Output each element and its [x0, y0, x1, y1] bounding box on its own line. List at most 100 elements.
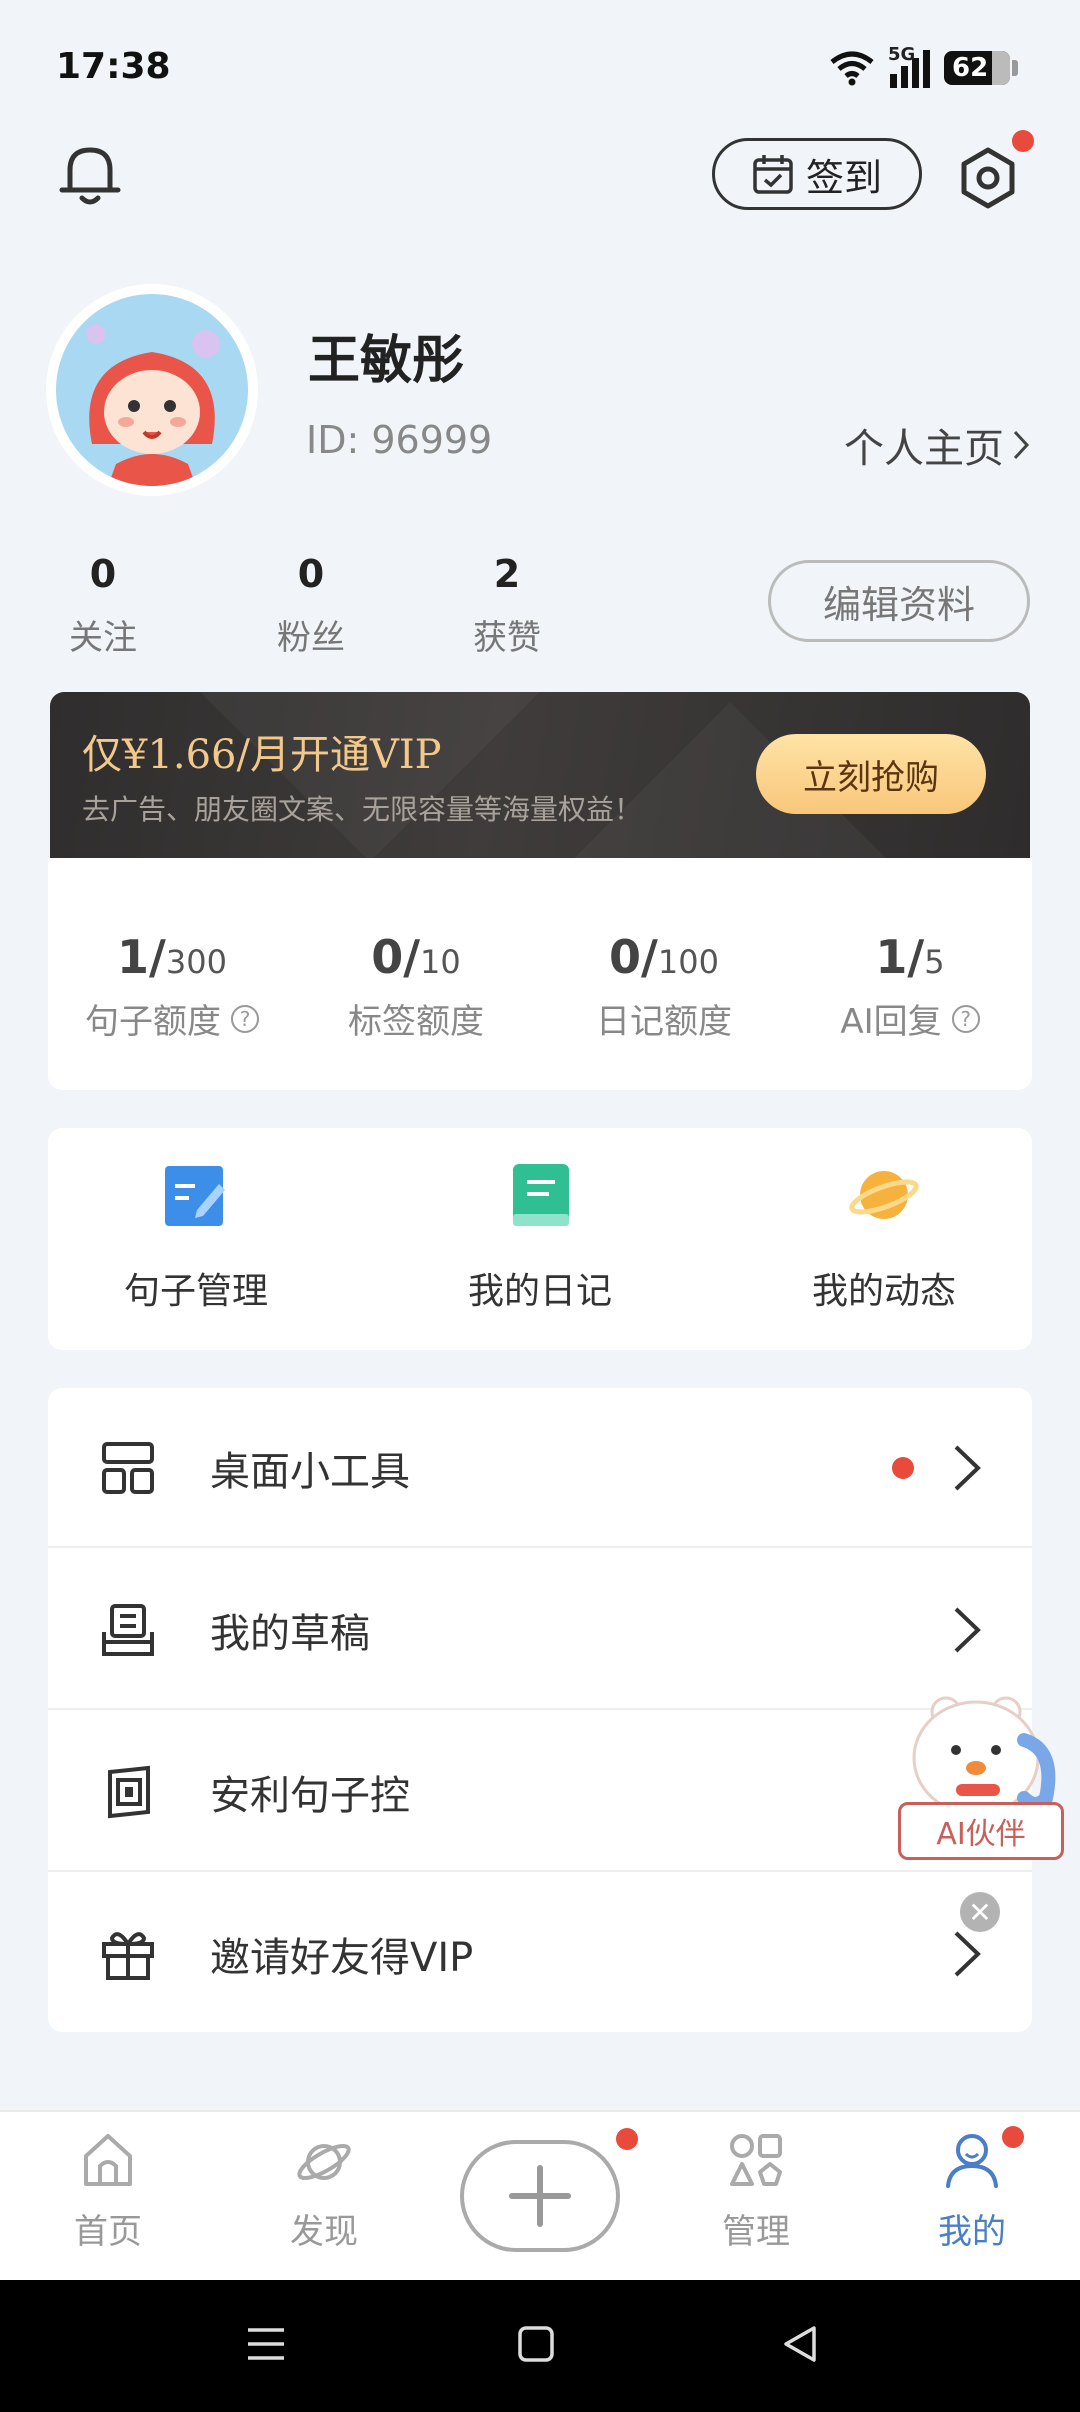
chevron-right-icon — [1013, 430, 1030, 460]
checkin-label: 签到 — [805, 155, 882, 200]
user-icon — [946, 2134, 998, 2188]
vip-banner[interactable]: 仅¥1.66/月开通VIP 去广告、朋友圈文案、无限容量等海量权益！ 立刻抢购 — [50, 692, 1030, 858]
menu-item-label: 邀请好友得VIP — [210, 1935, 474, 1981]
menu-icon[interactable] — [246, 2324, 286, 2364]
status-icons: 5G 62 — [828, 44, 1018, 88]
calendar-check-icon — [753, 155, 793, 194]
tab-discover[interactable]: 发现 — [254, 2130, 394, 2253]
manage-shapes-icon — [730, 2134, 782, 2186]
close-icon[interactable]: ✕ — [960, 1892, 1000, 1932]
stat-value: 0 — [89, 552, 117, 596]
gift-icon — [102, 1932, 154, 1980]
stat-value: 0 — [297, 552, 325, 596]
chevron-right-icon — [954, 1931, 981, 1977]
battery-icon: 62 — [944, 51, 1018, 85]
chevron-right-icon — [954, 1445, 981, 1491]
help-icon[interactable]: ? — [951, 1004, 980, 1033]
settings-notification-dot — [1012, 130, 1034, 152]
menu-item-invite-friends[interactable]: 邀请好友得VIP — [48, 1874, 1032, 2034]
quota-used: 0/ — [371, 930, 421, 984]
draft-inbox-icon — [102, 1604, 154, 1656]
battery-level: 62 — [952, 53, 989, 83]
settings-icon[interactable] — [956, 146, 1020, 210]
quota-label: 标签额度 — [348, 1002, 484, 1042]
mine-notification-dot — [1002, 2126, 1024, 2148]
wifi-icon — [830, 51, 874, 86]
menu-item-recommend-app[interactable]: 安利句子控 — [48, 1712, 1032, 1872]
quota-max: 5 — [924, 943, 945, 981]
quota-max: 10 — [420, 943, 461, 981]
tab-mine[interactable]: 我的 — [902, 2130, 1042, 2253]
quota-diary: 0/100 日记额度 — [554, 930, 774, 1043]
home-square-icon[interactable] — [516, 2324, 556, 2364]
personal-homepage-link[interactable]: 个人主页 — [844, 416, 1030, 474]
vip-subtitle: 去广告、朋友圈文案、无限容量等海量权益！ — [82, 793, 643, 826]
shortcut-my-moments[interactable]: 我的动态 — [754, 1160, 1014, 1314]
shortcut-my-diary[interactable]: 我的日记 — [410, 1160, 670, 1314]
vip-title: 仅¥1.66/月开通VIP — [82, 732, 442, 778]
quota-max: 100 — [657, 943, 719, 981]
quota-label: 日记额度 — [596, 1002, 732, 1042]
cellular-signal-icon: 5G — [888, 44, 930, 88]
divider — [48, 1546, 1032, 1548]
menu-item-label: 安利句子控 — [210, 1773, 410, 1819]
vip-buy-button[interactable]: 立刻抢购 — [756, 734, 986, 814]
quota-max: 300 — [165, 943, 227, 981]
status-time: 17:38 — [56, 46, 171, 87]
quota-used: 0/ — [609, 930, 658, 984]
tab-home[interactable]: 首页 — [38, 2130, 178, 2253]
stat-label: 关注 — [69, 618, 137, 658]
quota-used: 1/ — [117, 930, 166, 984]
help-icon[interactable]: ? — [231, 1004, 259, 1033]
stat-label: 粉丝 — [277, 618, 345, 658]
ai-companion-label[interactable]: AI伙伴 — [898, 1802, 1064, 1860]
shortcut-label: 我的日记 — [467, 1271, 612, 1312]
menu-item-label: 我的草稿 — [210, 1611, 370, 1657]
avatar[interactable] — [46, 284, 258, 496]
quota-tag: 0/10 标签额度 — [306, 930, 526, 1043]
shortcut-label: 我的动态 — [811, 1271, 956, 1312]
diary-book-icon — [513, 1164, 569, 1226]
menu-item-my-drafts[interactable]: 我的草稿 — [48, 1550, 1032, 1710]
stat-value: 2 — [493, 552, 521, 596]
user-name: 王敏彤 — [308, 331, 465, 391]
stat-followers[interactable]: 0 粉丝 — [246, 552, 376, 659]
widget-grid-icon — [102, 1442, 154, 1494]
menu-item-label: 桌面小工具 — [210, 1449, 410, 1495]
quota-ai-reply: 1/5 AI回复? — [800, 930, 1020, 1043]
menu-item-desktop-widget[interactable]: 桌面小工具 — [48, 1388, 1032, 1548]
avatar-character-icon — [86, 324, 220, 486]
plus-icon — [509, 2165, 571, 2227]
tab-label: 发现 — [290, 2212, 358, 2252]
add-button[interactable] — [460, 2140, 620, 2252]
tab-label: 我的 — [938, 2212, 1006, 2252]
network-type: 5G — [888, 44, 916, 65]
system-navigation-bar — [0, 2280, 1080, 2412]
chevron-right-icon — [954, 1607, 981, 1653]
checkin-button[interactable]: 签到 — [712, 138, 922, 210]
stat-likes[interactable]: 2 获赞 — [442, 552, 572, 659]
back-triangle-icon[interactable] — [780, 2324, 820, 2364]
recommend-icon — [108, 1765, 150, 1819]
user-id: ID: 96999 — [306, 418, 493, 462]
edit-profile-button[interactable]: 编辑资料 — [768, 560, 1030, 642]
quota-label: 句子额度 — [85, 1002, 221, 1042]
edit-note-icon — [165, 1166, 225, 1226]
discover-planet-icon — [297, 2143, 351, 2181]
homepage-label: 个人主页 — [844, 426, 1004, 472]
add-notification-dot — [616, 2128, 638, 2150]
quota-sentence: 1/300 句子额度? — [62, 930, 282, 1043]
quota-used: 1/ — [875, 930, 925, 984]
tab-label: 管理 — [722, 2212, 790, 2252]
bell-icon[interactable] — [58, 140, 122, 210]
tab-manage[interactable]: 管理 — [686, 2130, 826, 2253]
divider — [48, 1870, 1032, 1872]
menu-notification-dot — [892, 1457, 914, 1479]
shortcut-label: 句子管理 — [123, 1271, 268, 1312]
shortcut-sentence-manage[interactable]: 句子管理 — [66, 1160, 326, 1314]
tab-label: 首页 — [74, 2212, 142, 2252]
quota-label: AI回复 — [840, 1002, 942, 1042]
home-icon — [84, 2134, 132, 2186]
divider — [48, 1708, 1032, 1710]
stat-following[interactable]: 0 关注 — [38, 552, 168, 659]
